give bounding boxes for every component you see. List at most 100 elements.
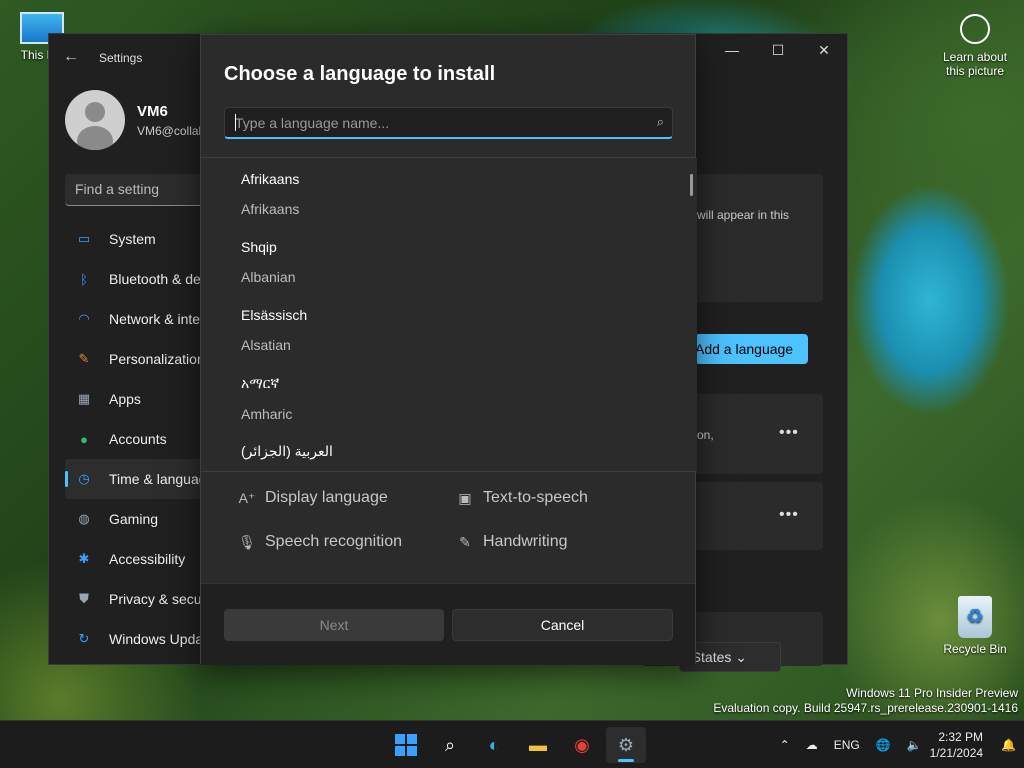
sidebar-item-personalization[interactable]: ✎ Personalization xyxy=(65,339,215,379)
feature-display-language: A⁺ Display language xyxy=(237,489,388,507)
clock-globe-icon: ◷ xyxy=(78,471,90,486)
maximize-icon[interactable]: ☐ xyxy=(755,34,801,66)
feature-label: Text-to-speech xyxy=(483,489,588,506)
feature-label: Display language xyxy=(265,489,388,506)
more-options-icon[interactable]: ••• xyxy=(779,506,799,524)
watermark-line-1: Windows 11 Pro Insider Preview xyxy=(846,686,1018,700)
language-list-item[interactable]: العربية (الجزائر) xyxy=(201,430,697,471)
handwriting-icon: ✎ xyxy=(459,533,471,550)
sidebar-item-label: Gaming xyxy=(109,511,159,527)
feature-handwriting: ✎ Handwriting xyxy=(455,533,567,551)
text-to-speech-icon: ▣ xyxy=(458,489,472,506)
avatar xyxy=(65,90,125,150)
language-list[interactable]: Afrikaans Afrikaans Shqip Albanian Elsässisc… xyxy=(201,158,697,471)
learn-label: Learn about this picture xyxy=(942,50,1008,78)
window-controls: — ☐ ✕ xyxy=(709,34,847,66)
chevron-down-icon: ⌄ xyxy=(735,649,747,665)
sidebar-item-apps[interactable]: ▦ Apps xyxy=(65,379,215,419)
language-english-name: Alsatian xyxy=(241,337,291,353)
feature-text-to-speech: ▣ Text-to-speech xyxy=(455,489,588,507)
settings-nav: ▭ System ᛒBluetooth & devices◠Network & in… xyxy=(65,219,215,659)
display-language-icon: A⁺ xyxy=(238,489,256,506)
learn-about-picture[interactable]: Learn about this picture xyxy=(938,14,1012,78)
sidebar-item-gaming[interactable]: ◍ Gaming xyxy=(65,499,215,539)
sidebar-item-system[interactable]: ▭ System xyxy=(65,219,215,259)
accessibility-icon: ✱ xyxy=(78,551,90,566)
find-setting-input[interactable]: Find a setting xyxy=(65,174,215,206)
close-icon[interactable]: ✕ xyxy=(801,34,847,66)
user-name: VM6 xyxy=(137,102,168,120)
clock-time: 2:32 PM xyxy=(938,730,984,744)
search-icon: ⌕ xyxy=(444,734,456,755)
microphone-icon: 🎙 xyxy=(238,533,256,550)
recycle-bin-desktop-icon[interactable]: ♻ Recycle Bin xyxy=(940,596,1010,656)
language-native-name: Shqip xyxy=(241,239,277,255)
bluetooth-icon: ᛒ xyxy=(80,271,88,287)
input-language[interactable]: ENG xyxy=(834,738,860,752)
language-english-name: Afrikaans xyxy=(241,201,300,217)
sidebar-item-label: Windows Update xyxy=(109,631,215,647)
sidebar-item-accessibility[interactable]: ✱ Accessibility xyxy=(65,539,215,579)
dialog-footer: Next Cancel xyxy=(201,583,695,665)
search-button[interactable]: ⌕ xyxy=(430,727,470,763)
sidebar-item-label: Time & language xyxy=(109,471,215,487)
sidebar-item-label: Apps xyxy=(109,391,141,407)
dialog-title: Choose a language to install xyxy=(224,63,496,85)
notification-bell-icon[interactable]: 🔔 xyxy=(1001,738,1016,752)
language-native-name: Elsässisch xyxy=(241,307,308,323)
camera-icon xyxy=(960,14,990,44)
wifi-icon: ◠ xyxy=(78,311,90,326)
language-search-input[interactable]: Type a language name... ⌕ xyxy=(224,107,673,139)
shield-icon: ⛊ xyxy=(79,591,89,606)
cancel-button[interactable]: Cancel xyxy=(452,609,673,641)
folder-icon: ▬ xyxy=(529,734,547,755)
update-icon: ↻ xyxy=(78,631,90,646)
add-language-button[interactable]: Add a language xyxy=(695,334,808,364)
next-button[interactable]: Next xyxy=(224,609,444,641)
recycle-bin-label: Recycle Bin xyxy=(943,642,1007,656)
text-caret xyxy=(235,114,236,131)
chevron-up-icon[interactable]: ⌃ xyxy=(780,738,790,752)
language-list-item[interactable]: Afrikaans Afrikaans xyxy=(201,158,697,226)
back-arrow-icon[interactable]: ← xyxy=(63,48,79,66)
language-english-name: Albanian xyxy=(241,269,296,285)
app-title: Settings xyxy=(99,51,143,65)
start-button[interactable] xyxy=(386,727,426,763)
language-english-name: Amharic xyxy=(241,406,293,422)
language-list-item[interactable]: Shqip Albanian xyxy=(201,226,697,294)
clock[interactable]: 2:32 PM 1/21/2024 xyxy=(930,729,983,761)
sidebar-item-network-internet[interactable]: ◠ Network & internet xyxy=(65,299,215,339)
language-native-name: አማርኛ xyxy=(241,375,280,391)
scrollbar[interactable] xyxy=(690,174,693,196)
language-list-item[interactable]: Elsässisch Alsatian xyxy=(201,294,697,362)
edge-icon: ◐ xyxy=(488,734,500,755)
sidebar-item-windows-update[interactable]: ↻ Windows Update xyxy=(65,619,215,659)
file-explorer-button[interactable]: ▬ xyxy=(518,727,558,763)
brush-icon: ✎ xyxy=(78,351,90,366)
globe-icon[interactable]: 🌐 xyxy=(876,738,891,752)
language-list-item[interactable]: አማርኛ Amharic xyxy=(201,362,697,430)
sidebar-item-accounts[interactable]: ● Accounts xyxy=(65,419,215,459)
feature-label: Speech recognition xyxy=(265,533,402,550)
edge-button[interactable]: ◐ xyxy=(474,727,514,763)
sidebar-item-bluetooth-devices[interactable]: ᛒBluetooth & devices xyxy=(65,259,215,299)
feature-label: Handwriting xyxy=(483,533,568,550)
person-icon: ● xyxy=(80,431,88,447)
settings-taskbar-button[interactable]: ⚙ xyxy=(606,727,646,763)
network-icon[interactable]: ☁ xyxy=(806,738,818,752)
minimize-icon[interactable]: — xyxy=(709,34,755,66)
recycle-bin-icon: ♻ xyxy=(958,596,992,638)
taskbar: ⌕ ◐ ▬ ◉ ⚙ ⌃ ☁ ENG 🌐 🔈 2:32 PM 1/21/2024 … xyxy=(0,720,1024,768)
user-profile[interactable]: VM6 VM6@collab xyxy=(65,90,205,150)
language-native-name: العربية (الجزائر) xyxy=(241,443,333,459)
choose-language-dialog: Choose a language to install Type a lang… xyxy=(200,34,697,665)
sidebar-item-label: Accounts xyxy=(109,431,167,447)
feature-speech-recognition: 🎙 Speech recognition xyxy=(237,533,402,551)
sidebar-item-time-language[interactable]: ◷ Time & language xyxy=(65,459,215,499)
sidebar-item-privacy-security[interactable]: ⛊ Privacy & security xyxy=(65,579,215,619)
taskbar-apps: ⌕ ◐ ▬ ◉ ⚙ xyxy=(386,727,650,763)
clock-date: 1/21/2024 xyxy=(929,746,984,760)
chrome-button[interactable]: ◉ xyxy=(562,727,602,763)
more-options-icon[interactable]: ••• xyxy=(779,424,799,442)
volume-icon[interactable]: 🔈 xyxy=(907,738,922,752)
